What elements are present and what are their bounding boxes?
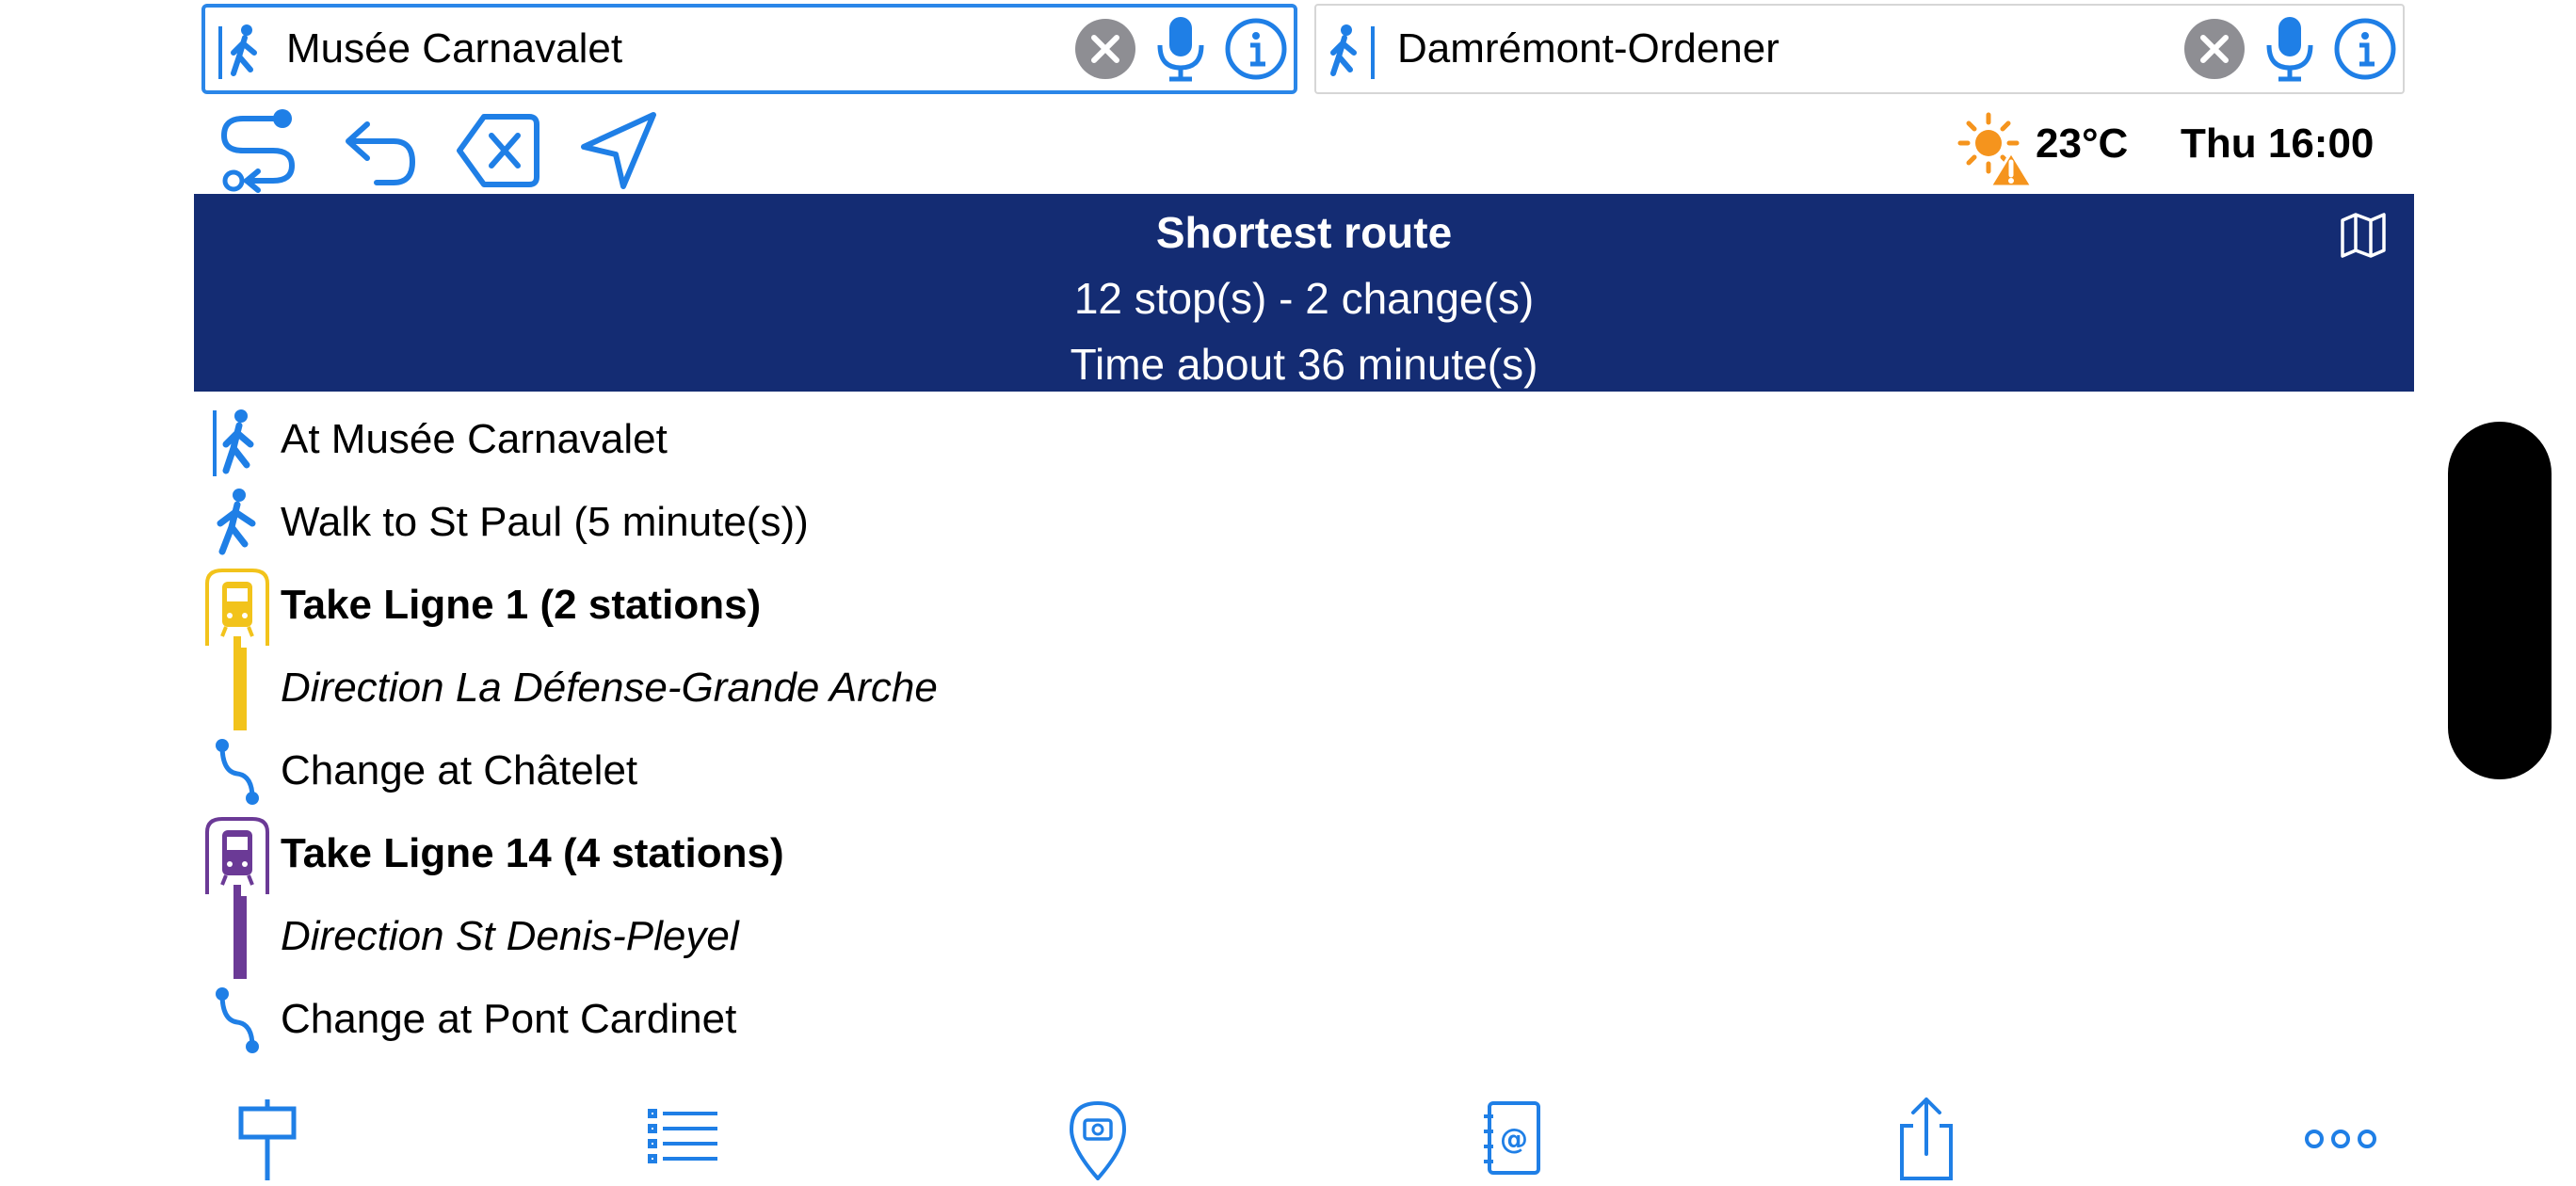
microphone-icon xyxy=(1157,17,1204,82)
to-input[interactable]: Damrémont-Ordener xyxy=(1384,25,2177,72)
map-button[interactable] xyxy=(2337,209,2390,262)
change-icon xyxy=(200,979,275,1062)
datetime-label: Thu 16:00 xyxy=(2181,120,2375,167)
tab-list[interactable] xyxy=(636,1096,731,1180)
list-item[interactable]: Change at Châtelet xyxy=(194,730,1606,813)
metro-icon xyxy=(200,565,275,648)
clear-to-button[interactable] xyxy=(2177,11,2252,87)
tab-contacts[interactable]: @ xyxy=(1465,1096,1559,1180)
step-text: Walk to St Paul (5 minute(s)) xyxy=(281,499,809,545)
line-bar xyxy=(200,896,275,979)
list-item[interactable]: Direction St Denis-Pleyel xyxy=(194,896,1606,979)
locate-icon xyxy=(581,112,656,189)
info-to-button[interactable] xyxy=(2327,11,2403,87)
tab-directions[interactable] xyxy=(222,1096,316,1180)
undo-icon xyxy=(346,121,416,185)
undo-button[interactable] xyxy=(330,104,427,198)
pedestrian-start-icon xyxy=(213,11,273,87)
tab-photo-pin[interactable] xyxy=(1051,1096,1145,1180)
route-icon xyxy=(220,109,296,193)
route-button[interactable] xyxy=(213,104,311,198)
list-item[interactable]: Change at Pont Cardinet xyxy=(194,979,1606,1062)
list-item[interactable]: At Musée Carnavalet xyxy=(194,399,1606,482)
to-field[interactable]: Damrémont-Ordener xyxy=(1314,4,2405,94)
step-text: Take Ligne 1 (2 stations) xyxy=(281,582,762,628)
list-item[interactable]: Take Ligne 1 (2 stations) xyxy=(194,565,1606,648)
step-text: Change at Châtelet xyxy=(281,747,638,793)
info-icon xyxy=(2334,18,2396,80)
clear-button[interactable] xyxy=(450,104,548,198)
svg-text:@: @ xyxy=(1500,1123,1528,1156)
route-summary: 12 stop(s) - 2 change(s) xyxy=(1073,274,1535,323)
clear-from-button[interactable] xyxy=(1068,11,1143,87)
pedestrian-start-icon xyxy=(200,399,275,482)
step-text: Take Ligne 14 (4 stations) xyxy=(281,830,784,876)
step-text: Direction La Défense-Grande Arche xyxy=(281,665,938,711)
contacts-icon: @ xyxy=(1484,1101,1540,1175)
metro-icon xyxy=(200,813,275,896)
mic-to-button[interactable] xyxy=(2252,11,2327,87)
clear-icon xyxy=(457,114,539,187)
step-text: Change at Pont Cardinet xyxy=(281,996,737,1042)
sun-warning-icon xyxy=(1956,109,2036,188)
info-icon xyxy=(1225,18,1287,80)
clear-circle-icon xyxy=(2184,19,2245,79)
from-field[interactable]: Musée Carnavalet xyxy=(201,4,1297,94)
route-summary-banner: Shortest route 12 stop(s) - 2 change(s) … xyxy=(194,194,2414,392)
change-icon xyxy=(200,730,275,813)
signpost-icon xyxy=(238,1099,297,1180)
list-item[interactable]: Take Ligne 14 (4 stations) xyxy=(194,813,1606,896)
pedestrian-end-icon xyxy=(1324,11,1384,87)
tab-more[interactable] xyxy=(2294,1096,2388,1180)
list-icon xyxy=(648,1109,717,1163)
scroll-handle[interactable] xyxy=(2448,422,2552,779)
more-icon xyxy=(2305,1130,2376,1148)
list-item[interactable]: Direction La Défense-Grande Arche xyxy=(194,648,1606,730)
list-item[interactable]: Walk to St Paul (5 minute(s)) xyxy=(194,482,1606,565)
microphone-icon xyxy=(2266,17,2313,82)
mic-from-button[interactable] xyxy=(1143,11,1218,87)
clear-circle-icon xyxy=(1075,19,1135,79)
share-icon xyxy=(1900,1098,1953,1180)
route-title: Shortest route xyxy=(1155,208,1453,257)
photo-pin-icon xyxy=(1069,1100,1127,1180)
walk-icon xyxy=(200,482,275,565)
from-input[interactable]: Musée Carnavalet xyxy=(273,25,1068,72)
locate-button[interactable] xyxy=(571,104,668,198)
temperature-label: 23°C xyxy=(2036,120,2129,167)
step-text: Direction St Denis-Pleyel xyxy=(281,913,739,959)
tab-share[interactable] xyxy=(1879,1096,1973,1180)
route-duration: Time about 36 minute(s) xyxy=(1070,340,1538,389)
map-icon xyxy=(2341,213,2386,258)
line-bar xyxy=(200,648,275,730)
step-text: At Musée Carnavalet xyxy=(281,416,668,462)
info-from-button[interactable] xyxy=(1218,11,1294,87)
